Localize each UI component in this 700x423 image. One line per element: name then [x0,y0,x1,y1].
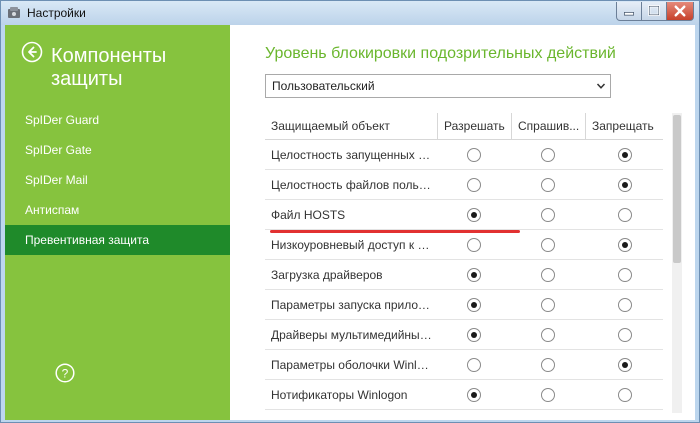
radio-ask[interactable] [541,238,555,252]
radio-ask[interactable] [541,298,555,312]
main-panel: Уровень блокировки подозрительных действ… [230,25,695,420]
protected-object-name: Низкоуровневый доступ к ди... [271,238,435,252]
radio-ask[interactable] [541,328,555,342]
radio-allow[interactable] [467,148,481,162]
radio-deny[interactable] [618,268,632,282]
column-header-ask[interactable]: Спрашив... [511,113,585,140]
sidebar: Компоненты защиты SpIDer Guard SpIDer Ga… [5,25,230,420]
protected-object-name: Целостность запущенных пр... [271,148,435,162]
radio-allow[interactable] [467,268,481,282]
column-header-deny[interactable]: Запрещать [585,113,663,140]
minimize-button[interactable] [616,2,642,21]
protected-object-name: Нотификаторы Winlogon [271,388,408,402]
radio-ask[interactable] [541,148,555,162]
settings-client-area: Компоненты защиты SpIDer Guard SpIDer Ga… [5,25,695,420]
blocking-level-value: Пользовательский [272,79,375,93]
radio-allow[interactable] [467,388,481,402]
annotation-underline [270,230,520,233]
table-header: Защищаемый объект Разрешать Спрашив... З… [265,113,663,140]
sidebar-item-spider-gate[interactable]: SpIDer Gate [5,135,230,165]
radio-allow[interactable] [467,298,481,312]
protection-table: Защищаемый объект Разрешать Спрашив... З… [265,113,663,410]
column-header-allow[interactable]: Разрешать [437,113,511,140]
maximize-icon [648,5,660,16]
radio-ask[interactable] [541,208,555,222]
protected-object-name: Драйверы мультимедийных ... [271,328,435,342]
scrollbar-thumb[interactable] [673,115,681,263]
help-label: ? [62,367,69,381]
back-arrow-icon[interactable] [21,41,43,63]
sidebar-item-preventive-protection[interactable]: Превентивная защита [5,225,230,255]
blocking-level-select[interactable]: Пользовательский [265,74,611,98]
radio-allow[interactable] [467,358,481,372]
protected-object-name: Параметры оболочки Winlog... [271,358,435,372]
close-button[interactable] [667,2,694,21]
table-row: Параметры запуска приложе... [265,290,663,320]
column-header-object[interactable]: Защищаемый объект [265,113,437,140]
background-window-ghost [291,1,411,11]
radio-deny[interactable] [618,298,632,312]
table-row: Параметры оболочки Winlog... [265,350,663,380]
sidebar-item-spider-mail[interactable]: SpIDer Mail [5,165,230,195]
radio-allow[interactable] [467,328,481,342]
maximize-button[interactable] [642,2,667,21]
table-body: Целостность запущенных пр... Целостность … [265,140,663,410]
radio-allow[interactable] [467,238,481,252]
radio-deny[interactable] [618,148,632,162]
protected-object-name: Файл HOSTS [271,208,346,222]
radio-ask[interactable] [541,388,555,402]
radio-deny[interactable] [618,238,632,252]
table-row: Файл HOSTS [265,200,663,230]
radio-deny[interactable] [618,178,632,192]
table-row: Целостность запущенных пр... [265,140,663,170]
sidebar-item-label: SpIDer Guard [25,113,100,127]
radio-allow[interactable] [467,178,481,192]
radio-allow[interactable] [467,208,481,222]
radio-ask[interactable] [541,358,555,372]
table-row: Драйверы мультимедийных ... [265,320,663,350]
title-bar: Настройки [1,1,699,25]
protected-object-name: Параметры запуска приложе... [271,298,435,312]
sidebar-item-label: SpIDer Mail [25,173,88,187]
radio-deny[interactable] [618,388,632,402]
sidebar-title: Компоненты защиты [51,45,167,90]
radio-ask[interactable] [541,268,555,282]
radio-ask[interactable] [541,178,555,192]
radio-deny[interactable] [618,358,632,372]
table-row: Нотификаторы Winlogon [265,380,663,410]
radio-deny[interactable] [618,328,632,342]
minimize-icon [624,12,634,16]
sidebar-item-antispam[interactable]: Антиспам [5,195,230,225]
sidebar-item-label: SpIDer Gate [25,143,92,157]
protected-object-name: Целостность файлов пользов... [271,178,435,192]
app-window: Настройки Компоненты защиты SpIDer Guard… [0,0,700,423]
protected-object-name: Загрузка драйверов [271,268,383,282]
window-title: Настройки [27,6,86,20]
sidebar-item-label: Антиспам [25,203,80,217]
table-row: Загрузка драйверов [265,260,663,290]
chevron-down-icon [596,83,606,89]
table-row: Целостность файлов пользов... [265,170,663,200]
help-icon[interactable]: ? [55,363,75,383]
sidebar-item-spider-guard[interactable]: SpIDer Guard [5,105,230,135]
table-row: Низкоуровневый доступ к ди... [265,230,663,260]
radio-deny[interactable] [618,208,632,222]
sidebar-item-label: Превентивная защита [25,233,150,247]
app-icon [8,7,20,18]
page-title: Уровень блокировки подозрительных действ… [265,45,616,62]
close-icon [674,5,686,17]
